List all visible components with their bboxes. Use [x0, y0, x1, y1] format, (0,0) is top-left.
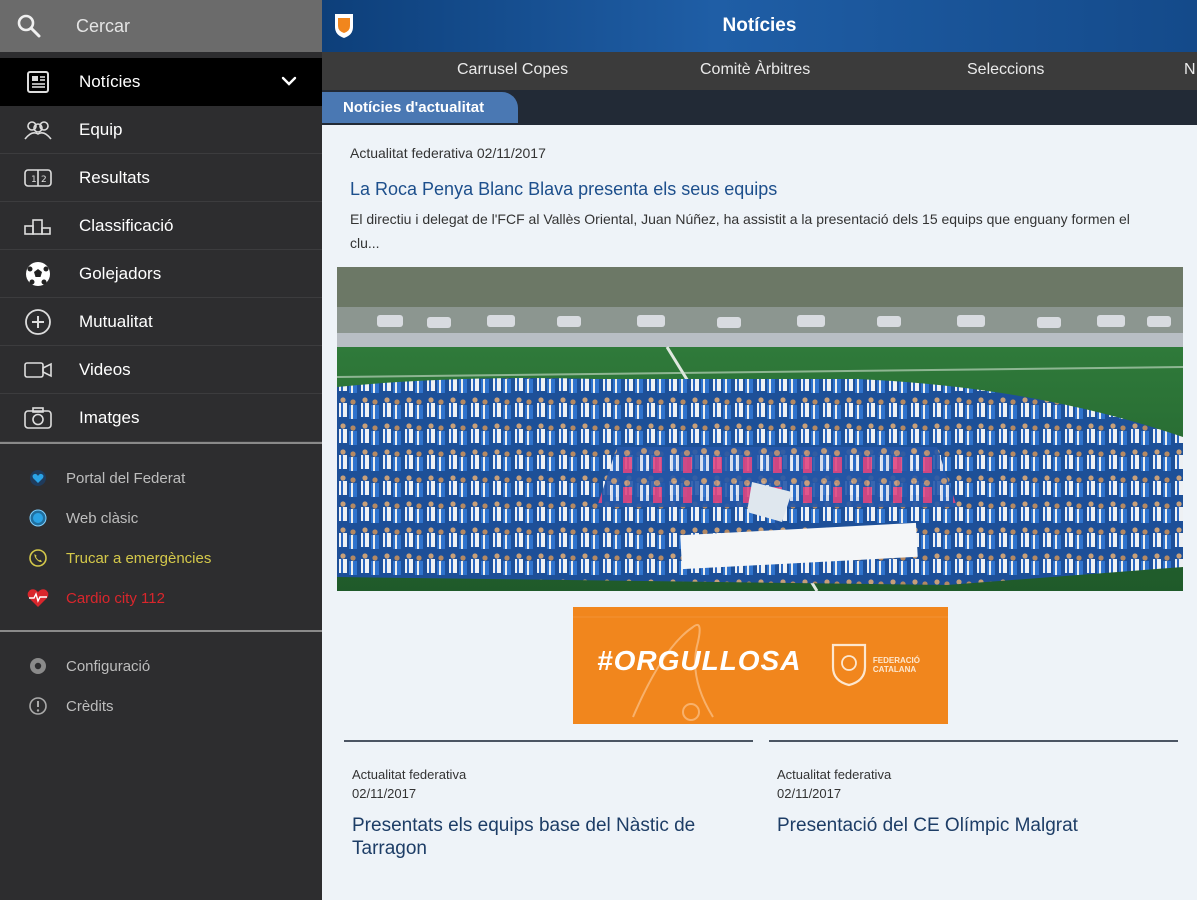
banner-org-line1: FEDERACIÓ [872, 656, 920, 665]
tab-seleccions[interactable]: Seleccions [967, 61, 1044, 79]
heart-globe-icon [26, 466, 50, 490]
link-cardio[interactable]: Cardio city 112 [0, 578, 322, 618]
podium-icon [22, 212, 54, 240]
card-1-meta: Actualitat federativa 02/11/2017 [352, 765, 466, 803]
banner-hashtag: #ORGULLOSA [597, 645, 802, 676]
link-label: Cardio city 112 [66, 589, 165, 607]
card-category: Actualitat federativa [777, 767, 892, 782]
featured-meta: Actualitat federativa 02/11/2017 [350, 145, 546, 161]
svg-text:2: 2 [41, 175, 47, 185]
orgullosa-banner[interactable]: #ORGULLOSA FEDERACIÓ CATALANA [573, 607, 948, 724]
link-label: Trucar a emergències [66, 549, 212, 567]
phone-icon [26, 546, 50, 570]
camera-icon [22, 404, 54, 432]
nav-item-classificacio[interactable]: Classificació [0, 202, 322, 250]
nav-item-imatges[interactable]: Imatges [0, 394, 322, 442]
team-icon [22, 116, 54, 144]
chevron-down-icon[interactable] [280, 72, 298, 95]
link-portal-federat[interactable]: Portal del Federat [0, 458, 322, 498]
link-label: Web clàsic [66, 509, 139, 527]
tab-carrusel-copes[interactable]: Carrusel Copes [457, 61, 568, 79]
tab-noticies-actualitat[interactable]: Notícies d'actualitat [322, 92, 518, 123]
page-title: Notícies [722, 15, 797, 36]
featured-title[interactable]: La Roca Penya Blanc Blava presenta els s… [350, 179, 777, 200]
link-credits[interactable]: Crèdits [0, 686, 322, 726]
globe-icon [26, 506, 50, 530]
info-icon [26, 694, 50, 718]
banner-org-line2: CATALANA [872, 665, 917, 674]
featured-photo[interactable] [337, 267, 1183, 591]
card-1-title[interactable]: Presentats els equips base del Nàstic de… [352, 814, 742, 860]
tab-comite-arbitres[interactable]: Comitè Àrbitres [700, 61, 810, 79]
sidebar: Cercar Notícies Equip 12 Resultats Class… [0, 0, 322, 900]
sub-tab-label: Notícies d'actualitat [343, 99, 485, 116]
card-2-title[interactable]: Presentació del CE Olímpic Malgrat [777, 814, 1167, 837]
category-tabs: Carrusel Copes Comitè Àrbitres Seleccion… [322, 52, 1197, 90]
link-emergencies[interactable]: Trucar a emergències [0, 538, 322, 578]
nav-label: Golejadors [79, 263, 162, 283]
svg-text:1: 1 [31, 175, 37, 185]
nav-menu: Notícies Equip 12 Resultats Classificaci… [0, 58, 322, 442]
nav-item-golejadors[interactable]: Golejadors [0, 250, 322, 298]
featured-summary: El directiu i delegat de l'FCF al Vallès… [350, 211, 1130, 251]
link-configuracio[interactable]: Configuració [0, 646, 322, 686]
card-date: 02/11/2017 [352, 786, 417, 801]
main-panel: Notícies Carrusel Copes Comitè Àrbitres … [322, 0, 1197, 900]
plus-circle-icon [22, 308, 54, 336]
sub-tab-bar: Notícies d'actualitat [322, 90, 1197, 125]
nav-label: Videos [79, 359, 131, 379]
fcf-shield-icon [831, 643, 866, 687]
soccer-ball-icon [22, 260, 54, 288]
nav-label: Equip [79, 119, 123, 139]
links-section: Portal del Federat Web clàsic Trucar a e… [0, 444, 322, 630]
link-web-classic[interactable]: Web clàsic [0, 498, 322, 538]
link-label: Configuració [66, 657, 151, 675]
nav-label: Mutualitat [79, 311, 153, 331]
nav-label: Resultats [79, 167, 150, 187]
newspaper-icon [22, 68, 54, 96]
video-camera-icon [22, 356, 54, 384]
fcf-logo-icon [334, 13, 354, 44]
nav-label: Classificació [79, 215, 174, 235]
gear-icon [26, 654, 50, 678]
nav-item-resultats[interactable]: 12 Resultats [0, 154, 322, 202]
search-icon [16, 13, 42, 39]
nav-item-videos[interactable]: Videos [0, 346, 322, 394]
nav-item-mutualitat[interactable]: Mutualitat [0, 298, 322, 346]
heart-pulse-icon [26, 586, 50, 610]
card-date: 02/11/2017 [777, 786, 842, 801]
top-bar: Notícies [322, 0, 1197, 52]
card-2-meta: Actualitat federativa 02/11/2017 [777, 765, 891, 803]
nav-label: Notícies [79, 72, 141, 91]
card-separator [769, 740, 1178, 742]
nav-item-equip[interactable]: Equip [0, 106, 322, 154]
search-label: Cercar [76, 15, 131, 36]
card-category: Actualitat federativa [352, 767, 467, 782]
nav-item-noticies[interactable]: Notícies [0, 58, 322, 106]
tab-more[interactable]: N [1184, 61, 1196, 79]
settings-section: Configuració Crèdits [0, 632, 322, 738]
search-bar[interactable]: Cercar [0, 0, 322, 52]
link-label: Portal del Federat [66, 469, 186, 487]
card-separator [344, 740, 753, 742]
scoreboard-icon: 12 [22, 164, 54, 192]
nav-label: Imatges [79, 407, 140, 427]
link-label: Crèdits [66, 697, 114, 715]
banner-fcf-logo: FEDERACIÓ CATALANA [831, 643, 920, 687]
